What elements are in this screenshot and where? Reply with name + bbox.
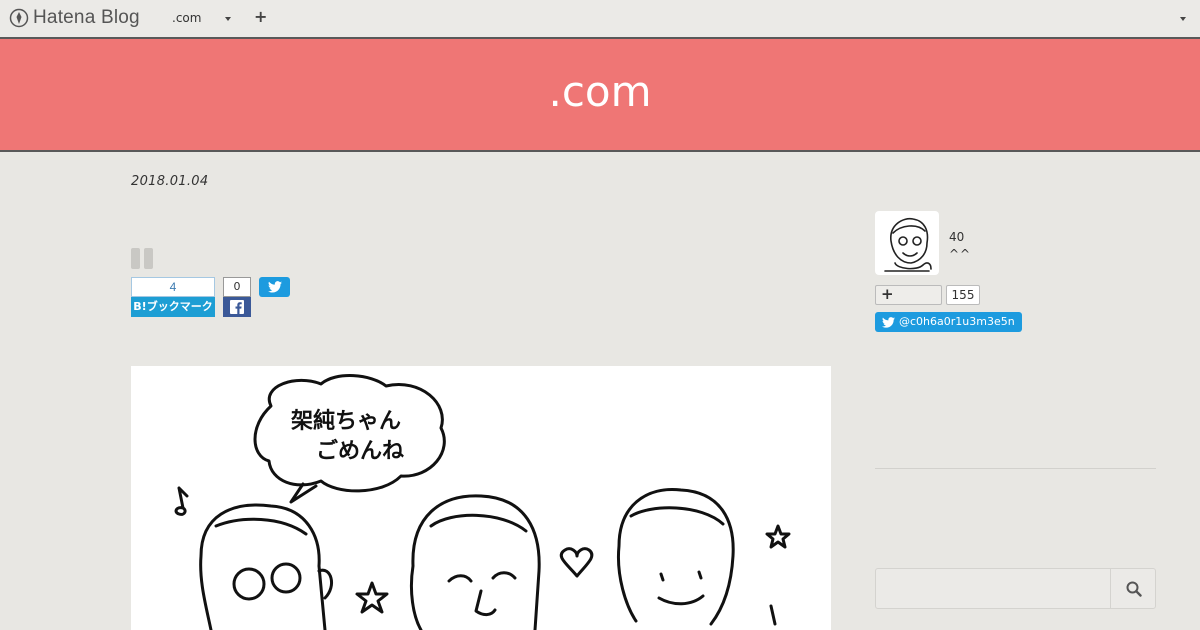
speech-bubble-line-1: 架純ちゃん: [291, 408, 401, 434]
title-glyph: [144, 248, 153, 269]
profile-avatar[interactable]: [875, 211, 939, 275]
brand-name: Hatena Blog: [33, 7, 140, 28]
twitter-handle: @c0h6a0r1u3m3e5n: [899, 315, 1015, 328]
chevron-down-icon[interactable]: [225, 17, 231, 21]
blog-switcher[interactable]: .com: [172, 11, 201, 25]
profile-description: ^^: [949, 247, 972, 261]
hatena-blog-logo[interactable]: Hatena Blog: [9, 7, 140, 29]
follower-count[interactable]: 155: [946, 285, 980, 305]
caricature-drawing: 架純ちゃん ごめんね: [174, 374, 791, 630]
search-button[interactable]: [1110, 569, 1156, 608]
entry-illustration: 架純ちゃん ごめんね: [131, 366, 831, 630]
search-input[interactable]: [876, 569, 1110, 608]
hatena-pen-icon: [9, 8, 29, 28]
facebook-share-count[interactable]: 0: [223, 277, 251, 297]
facebook-share-button[interactable]: [223, 297, 251, 317]
entry-title[interactable]: [131, 248, 153, 269]
user-menu-chevron-down-icon[interactable]: [1180, 17, 1186, 21]
blog-header: .com: [0, 39, 1200, 152]
avatar-drawing: [884, 217, 932, 272]
profile-stat: 40: [949, 230, 965, 244]
add-entry-icon[interactable]: +: [254, 7, 267, 26]
plus-icon: +: [881, 285, 894, 303]
entry-date[interactable]: 2018.01.04: [131, 174, 208, 189]
sidebar-divider: [875, 468, 1156, 469]
speech-bubble-line-2: ごめんね: [316, 438, 404, 464]
hatena-bookmark-button[interactable]: B!ブックマーク: [131, 297, 215, 317]
follow-button[interactable]: +: [875, 285, 942, 305]
search-icon: [1126, 581, 1142, 597]
blog-title[interactable]: .com: [0, 67, 1200, 116]
facebook-icon: [230, 300, 244, 314]
twitter-share-button[interactable]: [259, 277, 290, 297]
title-glyph: [131, 248, 140, 269]
hatena-bookmark-count[interactable]: 4: [131, 277, 215, 297]
twitter-bird-icon: [267, 281, 282, 293]
global-header: Hatena Blog .com +: [0, 0, 1200, 39]
twitter-follow-button[interactable]: @c0h6a0r1u3m3e5n: [875, 312, 1022, 332]
search-module: [875, 568, 1156, 609]
twitter-bird-icon: [882, 316, 895, 328]
